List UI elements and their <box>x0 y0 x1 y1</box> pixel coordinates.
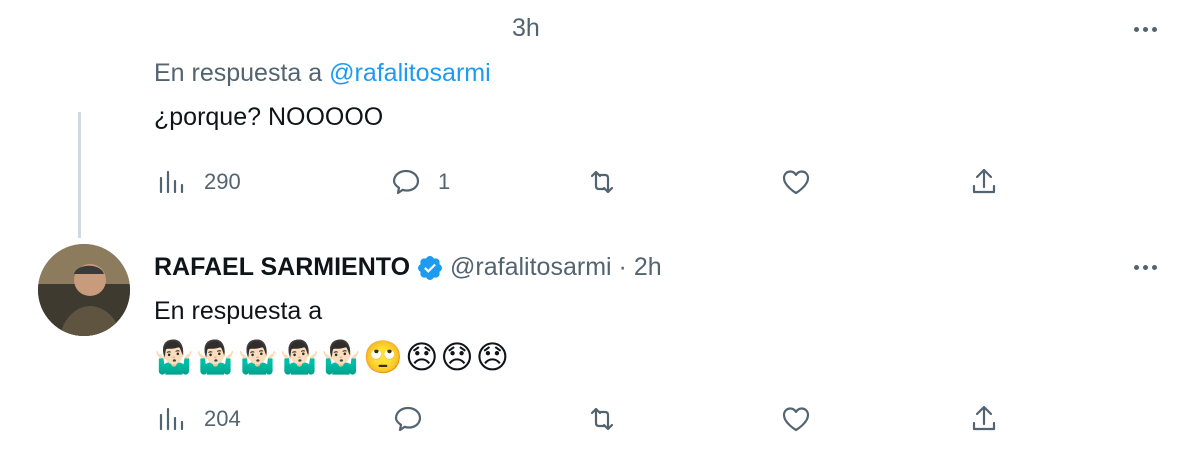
reply-prefix: En respuesta a <box>154 59 323 87</box>
share-icon <box>972 168 996 194</box>
views-button[interactable]: 290 <box>156 166 241 198</box>
reply-icon <box>394 406 422 432</box>
retweet-icon <box>590 407 614 431</box>
reply-context: En respuesta a <box>154 297 323 325</box>
heart-icon <box>782 170 810 195</box>
verified-badge-icon <box>418 256 443 281</box>
like-button[interactable] <box>780 166 812 198</box>
retweet-button[interactable] <box>586 403 618 435</box>
share-button[interactable] <box>968 403 1000 435</box>
tweet-header: RAFAEL SARMIENTO @rafalitosarmi · 2h <box>154 252 662 282</box>
more-options-icon[interactable] <box>1125 14 1165 44</box>
reply-button[interactable] <box>392 403 424 435</box>
thread-line <box>78 112 81 238</box>
avatar[interactable] <box>38 244 130 336</box>
retweet-button[interactable] <box>586 166 618 198</box>
separator-dot: · <box>618 253 627 281</box>
reply-count: 1 <box>438 169 451 194</box>
like-button[interactable] <box>780 403 812 435</box>
author-name[interactable]: RAFAEL SARMIENTO <box>154 253 410 281</box>
share-icon <box>972 405 996 431</box>
more-options-icon[interactable] <box>1125 252 1165 282</box>
heart-icon <box>782 407 810 432</box>
analytics-icon <box>159 407 184 431</box>
retweet-icon <box>590 170 614 194</box>
views-count: 204 <box>204 406 241 431</box>
share-button[interactable] <box>968 166 1000 198</box>
tweet-timestamp[interactable]: 2h <box>634 253 662 281</box>
views-count: 290 <box>204 169 241 194</box>
avatar-image <box>38 244 130 336</box>
tweet-emoji-text: 🤷🏻‍♂️🤷🏻‍♂️🤷🏻‍♂️🤷🏻‍♂️🤷🏻‍♂️🙄😞😞😞 <box>154 338 512 376</box>
analytics-icon <box>159 170 184 194</box>
reply-button[interactable]: 1 <box>390 166 450 198</box>
reply-icon <box>392 169 420 195</box>
tweet-timestamp[interactable]: 3h <box>512 14 540 43</box>
reply-handle-link[interactable]: @rafalitosarmi <box>329 59 491 87</box>
tweet-text: ¿porque? NOOOOO <box>154 103 384 131</box>
reply-context: En respuesta a @rafalitosarmi <box>154 58 491 88</box>
views-button[interactable]: 204 <box>156 403 241 435</box>
author-handle[interactable]: @rafalitosarmi <box>450 253 612 281</box>
